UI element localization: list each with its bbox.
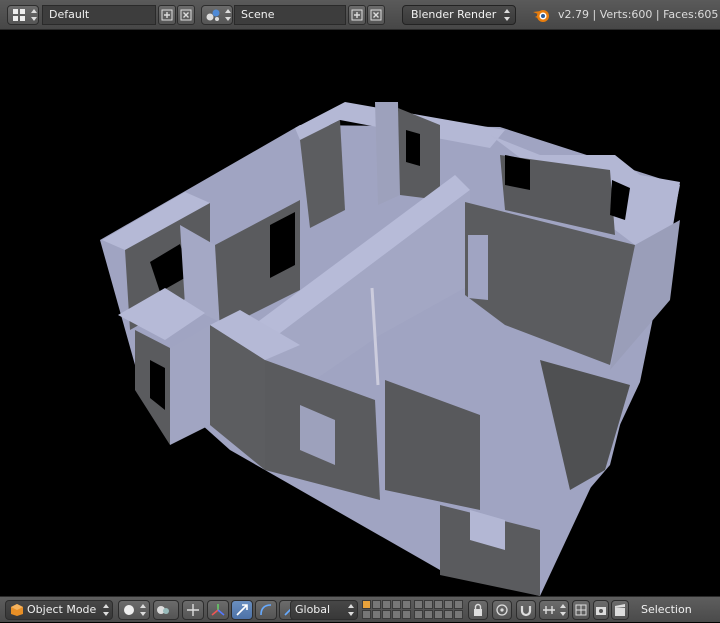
add-screen-button[interactable] (158, 5, 176, 25)
scene-browse-button[interactable] (201, 5, 233, 25)
arrow-icon (236, 604, 248, 616)
layers-grid-left[interactable] (362, 600, 411, 620)
close-icon (370, 9, 382, 21)
up-down-arrows-icon (224, 8, 232, 22)
arc-icon (260, 604, 272, 616)
layer-10[interactable] (454, 600, 463, 609)
remove-scene-button[interactable] (367, 5, 385, 25)
snap-target-button[interactable] (572, 600, 590, 620)
layer-11[interactable] (362, 610, 371, 619)
render-animation-button[interactable] (611, 600, 629, 620)
snap-grid-icon (575, 604, 587, 616)
orientation-label: Global (295, 603, 331, 616)
transform-orientation-select[interactable]: Global (290, 600, 358, 620)
render-still-button[interactable] (593, 600, 609, 620)
axis-gizmo-icon (211, 604, 225, 616)
layers-grid-right[interactable] (414, 600, 463, 620)
remove-screen-button[interactable] (177, 5, 195, 25)
layer-19[interactable] (444, 610, 453, 619)
solid-sphere-icon (124, 605, 134, 615)
window-top-mid (406, 130, 420, 166)
layer-3[interactable] (382, 600, 391, 609)
up-down-arrows-icon (559, 603, 567, 617)
clapperboard-icon (615, 604, 625, 616)
3d-viewport[interactable] (0, 30, 720, 596)
window-right-back (505, 155, 530, 190)
manipulator-toggle[interactable] (182, 600, 204, 620)
rotate-manipulator-button[interactable] (231, 600, 253, 620)
up-down-arrows-icon (347, 603, 355, 617)
circle-target-icon (496, 604, 508, 616)
transform-arrows-icon (187, 604, 199, 616)
layer-17[interactable] (424, 610, 433, 619)
house-model[interactable] (0, 30, 720, 596)
layer-20[interactable] (454, 610, 463, 619)
layer-1-active[interactable] (362, 600, 371, 609)
lock-icon (474, 603, 482, 616)
doorway-central (468, 235, 488, 300)
add-scene-button[interactable] (348, 5, 366, 25)
up-down-arrows-icon (503, 8, 511, 22)
layer-13[interactable] (382, 610, 391, 619)
scene-name-field[interactable]: Scene (234, 5, 346, 25)
pivot-icon (157, 606, 169, 614)
layer-12[interactable] (372, 610, 381, 619)
scene-icon (206, 9, 220, 21)
render-engine-select[interactable]: Blender Render (402, 5, 516, 25)
plus-icon (351, 9, 363, 21)
selection-label: Selection (641, 603, 692, 616)
grid-layout-icon (13, 9, 25, 21)
layer-15[interactable] (402, 610, 411, 619)
layer-9[interactable] (444, 600, 453, 609)
object-cube-icon (11, 604, 23, 616)
layer-18[interactable] (434, 610, 443, 619)
lock-camera-button[interactable] (468, 600, 488, 620)
magnet-icon (520, 606, 532, 617)
snap-increment-icon (543, 606, 555, 614)
render-engine-label: Blender Render (411, 8, 497, 21)
screen-layout-field[interactable]: Default (42, 5, 156, 25)
snap-element-select[interactable] (539, 600, 569, 620)
3d-view-header: Object Mode Global Selection (0, 596, 720, 622)
proportional-edit-button[interactable] (492, 600, 512, 620)
wall-top-mid (375, 102, 400, 205)
layer-4[interactable] (392, 600, 401, 609)
translate-manipulator-button[interactable] (207, 600, 229, 620)
pivot-point-select[interactable] (153, 600, 179, 620)
scene-statistics: v2.79 | Verts:600 | Faces:605 | Tr (558, 8, 720, 21)
editor-type-button[interactable] (7, 5, 39, 25)
viewport-shading-select[interactable] (118, 600, 150, 620)
plus-icon (161, 9, 173, 21)
layer-16[interactable] (414, 610, 423, 619)
up-down-arrows-icon (102, 603, 110, 617)
layer-5[interactable] (402, 600, 411, 609)
info-header: Default Scene Blender Render v2.79 | Ver… (0, 0, 720, 30)
layer-6[interactable] (414, 600, 423, 609)
layer-2[interactable] (372, 600, 381, 609)
close-icon (180, 9, 192, 21)
layer-7[interactable] (424, 600, 433, 609)
blender-logo-icon (533, 10, 549, 22)
camera-icon (596, 607, 606, 615)
mode-select[interactable]: Object Mode (5, 600, 113, 620)
layer-14[interactable] (392, 610, 401, 619)
mode-label: Object Mode (27, 603, 97, 616)
up-down-arrows-icon (30, 8, 38, 22)
snap-toggle-button[interactable] (516, 600, 536, 620)
layer-8[interactable] (434, 600, 443, 609)
rotate-arc-button[interactable] (255, 600, 277, 620)
up-down-arrows-icon (139, 603, 147, 617)
